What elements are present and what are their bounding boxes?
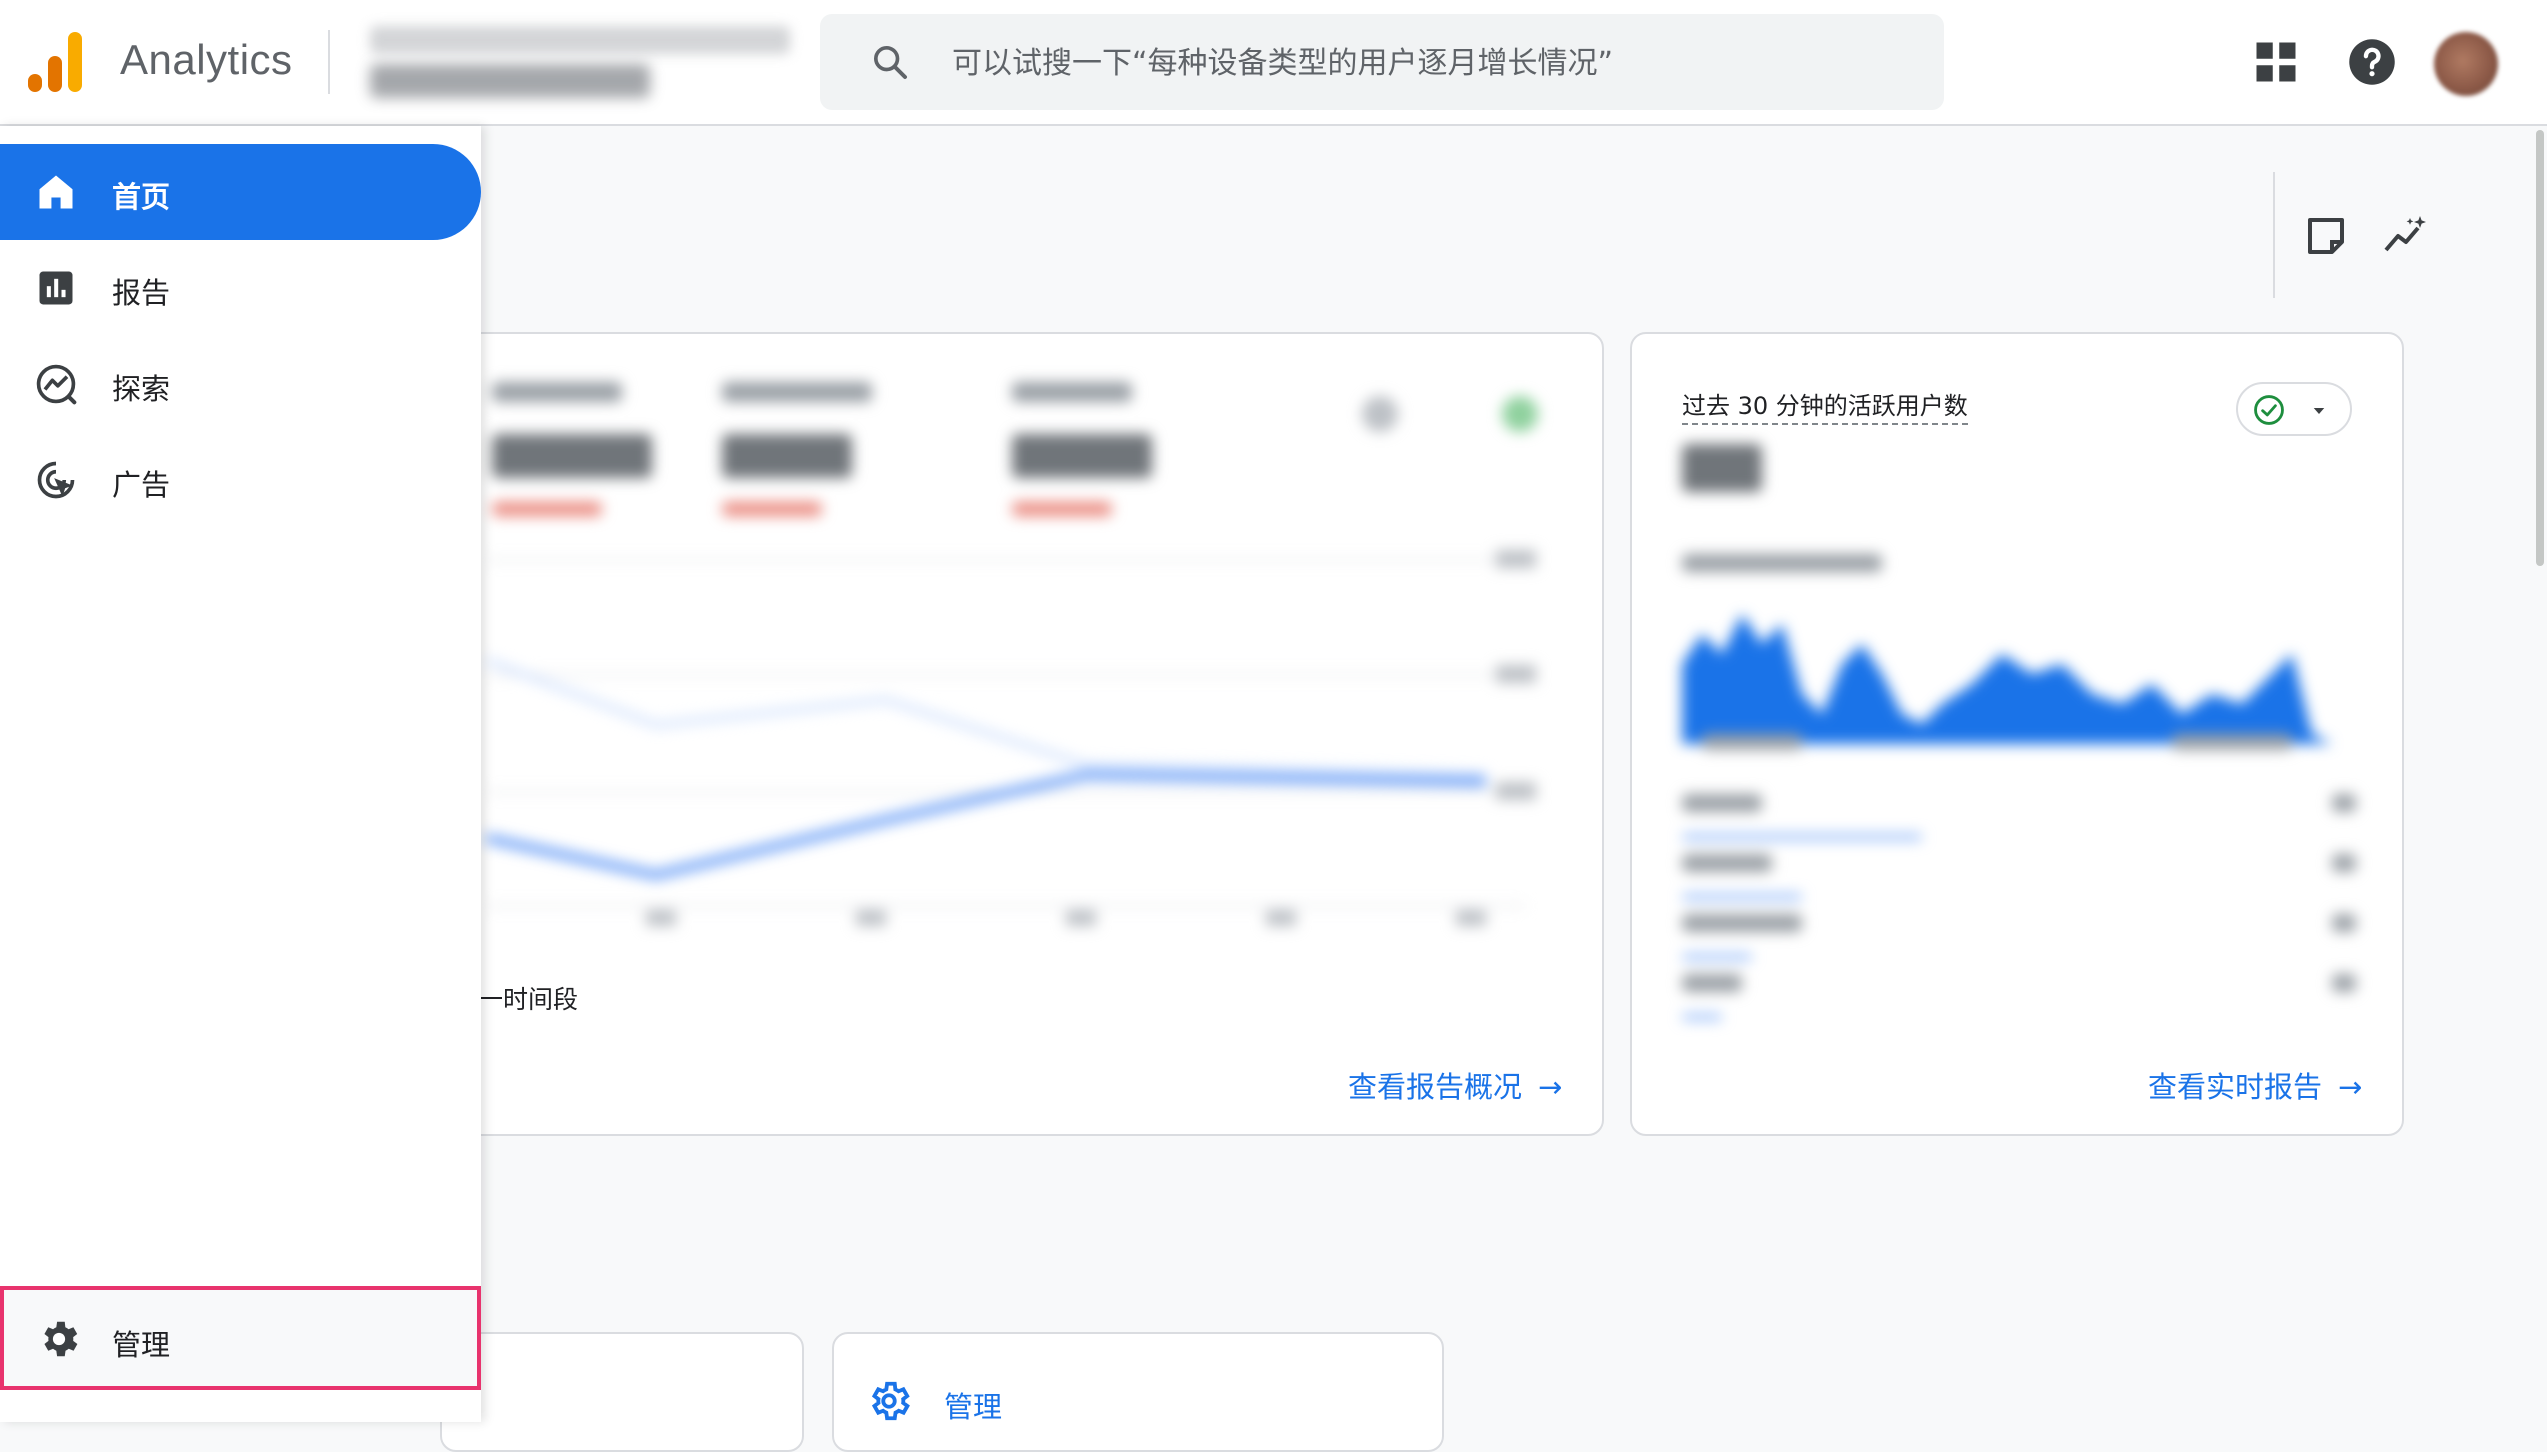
overview-line-chart-blurred bbox=[486, 550, 1536, 926]
logo-bar-mid bbox=[48, 56, 62, 92]
home-icon bbox=[39, 175, 73, 209]
apps-grid-icon[interactable] bbox=[2250, 36, 2302, 88]
sticky-note-icon[interactable] bbox=[2302, 212, 2350, 260]
bottom-card-admin[interactable] bbox=[832, 1332, 1444, 1452]
link-label: 查看实时报告 bbox=[2148, 1070, 2323, 1104]
property-name-blurred bbox=[370, 64, 650, 98]
check-circle-icon bbox=[2254, 395, 2284, 425]
sidebar-item-advertising[interactable]: 广告 bbox=[0, 432, 481, 528]
logo-bar-tall bbox=[68, 32, 82, 92]
account-name-blurred bbox=[370, 26, 790, 54]
insights-icon[interactable] bbox=[2382, 212, 2430, 260]
search-input[interactable] bbox=[950, 32, 1914, 94]
explore-icon bbox=[36, 364, 77, 405]
realtime-card-title[interactable]: 过去 30 分钟的活跃用户数 bbox=[1682, 386, 1968, 425]
chevron-down-icon bbox=[2313, 408, 2325, 414]
realtime-card bbox=[1630, 332, 2404, 1136]
arrow-right-icon: → bbox=[2338, 1070, 2363, 1104]
gear-icon bbox=[44, 1321, 78, 1357]
sidebar-item-label: 报告 bbox=[112, 276, 171, 310]
toolbar-divider bbox=[2273, 172, 2275, 298]
account-property-selector[interactable] bbox=[360, 18, 800, 108]
top-app-bar: Analytics bbox=[0, 0, 2547, 126]
sidebar-nav: 首页 报告 探索 广告 管理 bbox=[0, 126, 481, 1422]
sidebar-item-label: 广告 bbox=[112, 468, 171, 502]
sidebar-item-label: 首页 bbox=[112, 180, 171, 214]
avatar[interactable] bbox=[2434, 32, 2498, 96]
page-scrollbar[interactable] bbox=[2536, 130, 2544, 566]
gear-icon bbox=[871, 1381, 910, 1421]
link-label: 查看报告概况 bbox=[1348, 1070, 1523, 1104]
view-realtime-report-link[interactable]: 查看实时报告 → bbox=[2148, 1064, 2362, 1106]
bottom-card-left bbox=[440, 1332, 804, 1452]
logo-bar-short bbox=[28, 74, 42, 92]
sidebar-item-admin[interactable]: 管理 bbox=[0, 1286, 481, 1390]
view-reports-overview-link[interactable]: 查看报告概况 → bbox=[1348, 1064, 1562, 1106]
sidebar-item-label: 探索 bbox=[112, 372, 171, 406]
sidebar-item-home[interactable]: 首页 bbox=[0, 144, 481, 240]
sidebar-item-label: 管理 bbox=[112, 1328, 171, 1362]
search-icon bbox=[874, 46, 907, 79]
help-icon[interactable] bbox=[2346, 36, 2398, 88]
sidebar-item-explore[interactable]: 探索 bbox=[0, 336, 481, 432]
bar-chart-icon bbox=[39, 271, 73, 305]
search-bar[interactable] bbox=[820, 14, 1944, 110]
header-divider bbox=[328, 30, 330, 94]
chart-legend-text: 一时间段 bbox=[478, 985, 579, 1014]
data-status-dropdown[interactable] bbox=[2236, 382, 2352, 436]
analytics-logo[interactable] bbox=[28, 32, 84, 92]
app-title: Analytics bbox=[120, 36, 293, 83]
arrow-right-icon: → bbox=[1538, 1070, 1563, 1104]
sidebar-item-reports[interactable]: 报告 bbox=[0, 240, 481, 336]
ads-target-icon bbox=[37, 461, 75, 499]
bottom-card-title: 管理 bbox=[944, 1390, 1003, 1424]
